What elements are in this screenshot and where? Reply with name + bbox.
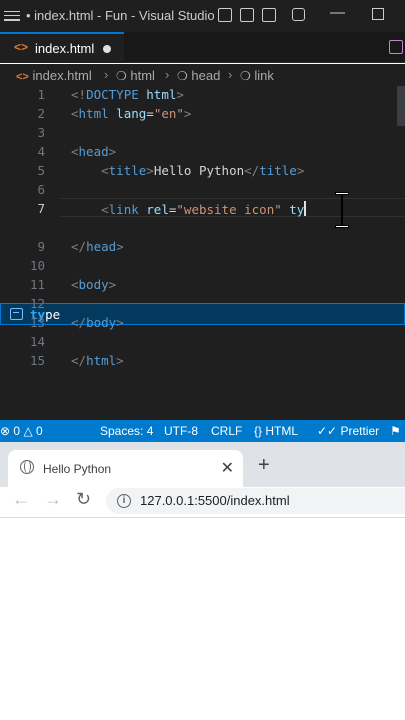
ibeam-cursor-icon	[335, 192, 349, 228]
line-number: 12	[29, 296, 45, 311]
browser-tab[interactable]: Hello Python ✕	[8, 450, 243, 487]
line-number: 11	[29, 277, 45, 292]
code-text: <html lang="en">	[71, 106, 192, 121]
address-bar[interactable]: i 127.0.0.1:5500/index.html	[106, 488, 405, 514]
line-number: 2	[37, 106, 45, 121]
minimize-icon[interactable]: —	[330, 4, 345, 21]
html-file-icon: <>	[16, 71, 29, 83]
notifications-icon[interactable]: ⚑	[390, 424, 401, 438]
code-text: <title>Hello Python</title>	[101, 163, 305, 178]
code-text: </head>	[71, 239, 124, 254]
code-line: 13 </body>	[0, 315, 405, 334]
code-line: 14	[0, 334, 405, 353]
warning-icon: △	[23, 424, 33, 438]
braces-icon: {}	[254, 424, 263, 438]
browser-tab-title: Hello Python	[43, 462, 112, 476]
status-bar: ⊗ 0 △ 0 Spaces: 4 UTF-8 CRLF {} HTML ✓✓ …	[0, 420, 405, 442]
toggle-panel-icon[interactable]	[240, 8, 254, 22]
line-number: 5	[37, 163, 45, 178]
line-number: 9	[37, 239, 45, 254]
code-text: <link rel="website icon" ty	[101, 201, 306, 217]
toggle-secondary-sidebar-icon[interactable]	[262, 8, 276, 22]
double-check-icon: ✓✓	[317, 424, 338, 438]
line-number: 7	[37, 201, 45, 216]
line-number: 4	[37, 144, 45, 159]
line-number: 6	[37, 182, 45, 197]
language-mode[interactable]: {} HTML	[254, 424, 298, 438]
unsaved-dot-icon[interactable]	[103, 45, 111, 53]
encoding-status[interactable]: UTF-8	[164, 424, 198, 438]
line-number: 13	[29, 315, 45, 330]
browser-tabstrip: Hello Python ✕ +	[0, 442, 405, 487]
chevron-right-icon: ›	[104, 67, 109, 82]
browser-page-content[interactable]	[0, 518, 405, 720]
code-line: 12	[0, 296, 405, 315]
code-line: 1 <!DOCTYPE html>	[0, 87, 405, 106]
chevron-right-icon: ›	[165, 67, 170, 82]
code-line: 5 <title>Hello Python</title>	[0, 163, 405, 182]
hamburger-menu-icon[interactable]	[4, 8, 20, 24]
problems-indicator[interactable]: ⊗ 0 △ 0	[0, 424, 43, 438]
line-number: 14	[29, 334, 45, 349]
error-icon: ⊗	[0, 424, 11, 438]
code-text: </html>	[71, 353, 124, 368]
chevron-right-icon: ›	[228, 67, 233, 82]
breadcrumb-html[interactable]: ❍ html	[116, 68, 155, 83]
eol-status[interactable]: CRLF	[211, 424, 242, 438]
code-line: 10	[0, 258, 405, 277]
code-line: 11 <body>	[0, 277, 405, 296]
code-text: <!DOCTYPE html>	[71, 87, 184, 102]
text-caret	[304, 201, 306, 216]
breadcrumb-link[interactable]: ❍ link	[240, 68, 274, 83]
html-file-icon: <>	[14, 40, 29, 54]
indentation-status[interactable]: Spaces: 4	[100, 424, 153, 438]
forward-arrow-icon[interactable]: →	[44, 489, 62, 510]
code-editor[interactable]: 1 <!DOCTYPE html> 2 <html lang="en"> 3 4…	[0, 86, 405, 420]
breadcrumb-head[interactable]: ❍ head	[177, 68, 220, 83]
element-icon: ❍	[177, 69, 188, 83]
split-editor-icon[interactable]	[389, 40, 403, 54]
reload-icon[interactable]: ↻	[76, 489, 91, 510]
line-number: 1	[37, 87, 45, 102]
code-line: 4 <head>	[0, 144, 405, 163]
editor-tabbar: <> index.html	[0, 32, 405, 63]
vscode-titlebar: • index.html - Fun - Visual Studio ... —	[0, 0, 405, 32]
breadcrumb-file[interactable]: <> index.html	[16, 68, 92, 83]
toggle-primary-sidebar-icon[interactable]	[218, 8, 232, 22]
line-number: 15	[29, 353, 45, 368]
code-text: <head>	[71, 144, 117, 159]
line-number: 3	[37, 125, 45, 140]
browser-toolbar: ← → ↻ i 127.0.0.1:5500/index.html	[0, 487, 405, 517]
globe-icon	[20, 460, 34, 474]
prettier-status[interactable]: ✓✓ Prettier	[317, 424, 379, 438]
element-icon: ❍	[240, 69, 251, 83]
site-info-icon[interactable]: i	[117, 494, 131, 508]
back-arrow-icon[interactable]: ←	[12, 489, 30, 510]
close-tab-icon[interactable]: ✕	[221, 458, 234, 478]
code-line: 2 <html lang="en">	[0, 106, 405, 125]
tab-label: index.html	[35, 41, 95, 56]
url-text: 127.0.0.1:5500/index.html	[140, 493, 290, 508]
screen: • index.html - Fun - Visual Studio ... —…	[0, 0, 405, 720]
element-icon: ❍	[116, 69, 127, 83]
maximize-icon[interactable]	[372, 8, 384, 20]
code-line: 15 </html>	[0, 353, 405, 372]
breadcrumb: <> index.html › ❍ html › ❍ head › ❍ link	[0, 64, 405, 86]
code-text: </body>	[71, 315, 124, 330]
line-number: 10	[29, 258, 45, 273]
code-text: <body>	[71, 277, 117, 292]
customize-layout-icon[interactable]	[292, 8, 305, 21]
code-line: 9 </head>	[0, 239, 405, 258]
code-line: 3	[0, 125, 405, 144]
window-title: • index.html - Fun - Visual Studio ...	[26, 8, 216, 23]
new-tab-button[interactable]: +	[258, 454, 270, 477]
tab-index-html[interactable]: <> index.html	[0, 32, 124, 63]
